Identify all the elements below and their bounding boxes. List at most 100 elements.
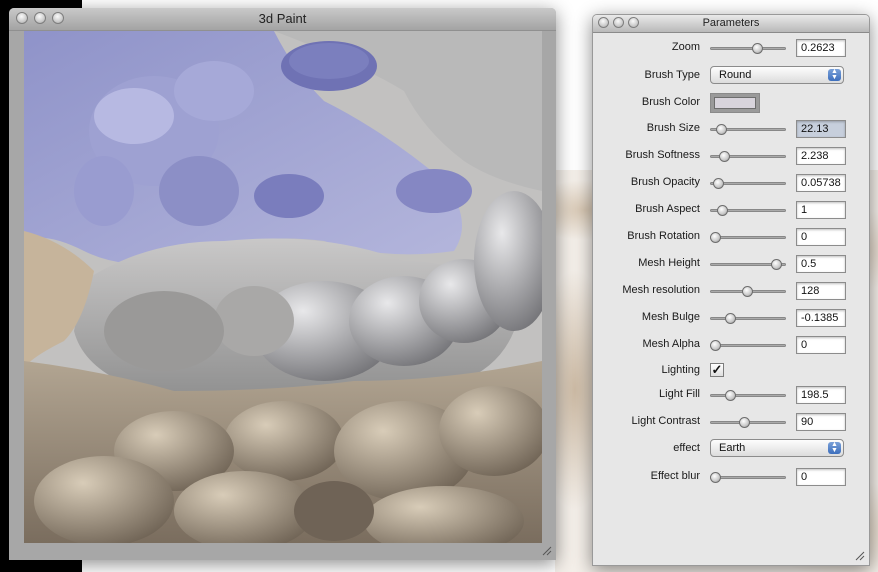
mesh-bulge-field[interactable]: -0.1385 [796,309,846,327]
mesh-resolution-slider[interactable] [710,286,786,297]
light-contrast-field[interactable]: 90 [796,413,846,431]
brush-type-row: Brush Type Round ▲ ▼ [593,66,869,86]
parameters-window: Parameters Zoom 0.2623 Brush Type Round … [592,14,870,566]
mesh-alpha-row: Mesh Alpha 0 [593,335,869,355]
brush-aspect-field[interactable]: 1 [796,201,846,219]
mesh-alpha-label: Mesh Alpha [642,338,700,350]
light-contrast-label: Light Contrast [631,415,700,427]
brush-opacity-field[interactable]: 0.05738 [796,174,846,192]
brush-size-row: Brush Size 22.13 [593,119,869,139]
brush-softness-slider[interactable] [710,151,786,162]
mesh-bulge-row: Mesh Bulge -0.1385 [593,308,869,328]
mesh-height-field[interactable]: 0.5 [796,255,846,273]
brush-aspect-slider[interactable] [710,205,786,216]
mesh-resolution-label: Mesh resolution [622,284,700,296]
lighting-label: Lighting [661,364,700,376]
brush-rotation-slider[interactable] [709,232,786,243]
brush-aspect-label: Brush Aspect [635,203,700,215]
light-contrast-slider[interactable] [710,417,786,428]
window-title: Parameters [702,17,760,29]
mesh-alpha-slider-knob[interactable] [709,340,721,351]
mesh-bulge-slider[interactable] [710,313,786,324]
resize-grip-icon[interactable] [540,544,552,556]
zoom-label: Zoom [671,41,700,53]
brush-color-well[interactable] [710,93,760,113]
brush-rotation-slider-knob[interactable] [709,232,721,243]
zoom-slider-knob[interactable] [751,43,763,54]
effect-blur-field[interactable]: 0 [796,468,846,486]
mesh-height-label: Mesh Height [638,257,700,269]
brush-type-select[interactable]: Round ▲ ▼ [710,66,844,84]
brush-size-slider-knob[interactable] [715,124,727,135]
light-fill-row: Light Fill 198.5 [593,385,869,405]
close-button[interactable] [598,17,609,28]
brush-softness-label: Brush Softness [625,149,700,161]
brush-softness-row: Brush Softness 2.238 [593,146,869,166]
effect-blur-slider[interactable] [709,472,786,483]
zoom-row: Zoom 0.2623 [593,38,869,58]
brush-color-row: Brush Color [593,93,869,113]
brush-rotation-field[interactable]: 0 [796,228,846,246]
light-fill-slider[interactable] [710,390,786,401]
light-contrast-row: Light Contrast 90 [593,412,869,432]
brush-size-field[interactable]: 22.13 [796,120,846,138]
brush-softness-slider-knob[interactable] [718,151,730,162]
window-controls [16,12,64,24]
effect-blur-label: Effect blur [650,470,700,482]
minimize-button[interactable] [613,17,624,28]
paint-titlebar[interactable]: 3d Paint [9,8,556,31]
mesh-bulge-slider-knob[interactable] [724,313,736,324]
brush-rotation-label: Brush Rotation [627,230,700,242]
brush-type-label: Brush Type [644,69,700,81]
brush-aspect-row: Brush Aspect 1 [593,200,869,220]
effect-select[interactable]: Earth ▲ ▼ [710,439,844,457]
parameters-titlebar[interactable]: Parameters [593,15,869,33]
paint-canvas[interactable] [24,31,542,543]
mesh-resolution-row: Mesh resolution 128 [593,281,869,301]
brush-rotation-row: Brush Rotation 0 [593,227,869,247]
close-button[interactable] [16,12,28,24]
mesh-resolution-field[interactable]: 128 [796,282,846,300]
effect-row: effect Earth ▲ ▼ [593,439,869,459]
window-title: 3d Paint [258,11,307,26]
brush-color-swatch [714,97,756,109]
brush-aspect-slider-knob[interactable] [717,205,729,216]
zoom-button[interactable] [52,12,64,24]
window-controls [598,17,639,28]
mesh-height-row: Mesh Height 0.5 [593,254,869,274]
brush-type-value: Round [719,69,752,81]
brush-opacity-slider-knob[interactable] [713,178,725,189]
brush-color-label: Brush Color [641,96,700,108]
paint-window: 3d Paint [9,8,556,560]
light-fill-slider-knob[interactable] [724,390,736,401]
brush-opacity-row: Brush Opacity 0.05738 [593,173,869,193]
brush-size-label: Brush Size [646,122,700,134]
zoom-field[interactable]: 0.2623 [796,39,846,57]
brush-opacity-label: Brush Opacity [630,176,700,188]
lighting-checkbox[interactable]: ✓ [710,363,724,377]
effect-value: Earth [719,442,746,454]
chevron-updown-icon: ▲ ▼ [828,441,841,454]
chevron-updown-icon: ▲ ▼ [828,68,841,81]
mesh-resolution-slider-knob[interactable] [741,286,753,297]
terrain-render [24,31,542,543]
light-fill-label: Light Fill [659,388,700,400]
mesh-alpha-field[interactable]: 0 [796,336,846,354]
light-contrast-slider-knob[interactable] [739,417,751,428]
resize-grip-icon[interactable] [853,549,865,561]
zoom-button[interactable] [628,17,639,28]
effect-blur-slider-knob[interactable] [709,472,721,483]
minimize-button[interactable] [34,12,46,24]
effect-blur-row: Effect blur 0 [593,467,869,487]
mesh-alpha-slider[interactable] [709,340,786,351]
mesh-height-slider-knob[interactable] [771,259,783,270]
mesh-height-slider[interactable] [710,259,786,270]
mesh-bulge-label: Mesh Bulge [641,311,700,323]
lighting-row: Lighting ✓ [593,361,869,381]
checkmark-icon: ✓ [711,362,723,377]
brush-size-slider[interactable] [710,124,786,135]
light-fill-field[interactable]: 198.5 [796,386,846,404]
zoom-slider[interactable] [710,43,786,54]
brush-opacity-slider[interactable] [710,178,786,189]
brush-softness-field[interactable]: 2.238 [796,147,846,165]
